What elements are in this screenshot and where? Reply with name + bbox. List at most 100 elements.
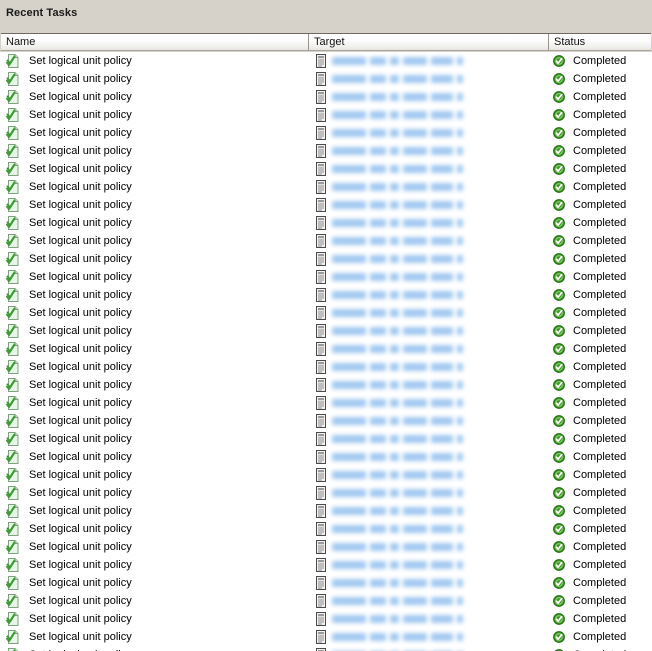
cell-task-target: [308, 250, 548, 268]
table-row[interactable]: Set logical unit policy Completed: [0, 232, 652, 250]
host-server-icon: [316, 594, 326, 608]
table-row[interactable]: Set logical unit policy Completed: [0, 466, 652, 484]
host-server-icon: [316, 378, 326, 392]
cell-task-name: Set logical unit policy: [0, 178, 308, 196]
status-success-icon: [553, 181, 565, 193]
cell-task-target: [308, 196, 548, 214]
task-completed-icon: [6, 144, 20, 158]
table-row[interactable]: Set logical unit policy Completed: [0, 484, 652, 502]
task-name-label: Set logical unit policy: [29, 307, 132, 319]
cell-task-target: [308, 448, 548, 466]
table-row[interactable]: Set logical unit policy Completed: [0, 268, 652, 286]
cell-task-name: Set logical unit policy: [0, 394, 308, 412]
host-server-icon: [316, 396, 326, 410]
status-success-icon: [553, 433, 565, 445]
table-row[interactable]: Set logical unit policy Completed: [0, 502, 652, 520]
table-row[interactable]: Set logical unit policy Completed: [0, 556, 652, 574]
table-row[interactable]: Set logical unit policy Completed: [0, 430, 652, 448]
table-row[interactable]: Set logical unit policy Completed: [0, 394, 652, 412]
table-row[interactable]: Set logical unit policy Completed: [0, 214, 652, 232]
cell-task-target: [308, 52, 548, 70]
host-server-icon: [316, 360, 326, 374]
cell-task-target: [308, 520, 548, 538]
task-list[interactable]: Set logical unit policy Completed Set logi…: [0, 52, 652, 651]
table-row[interactable]: Set logical unit policy Completed: [0, 142, 652, 160]
table-row[interactable]: Set logical unit policy Completed: [0, 196, 652, 214]
cell-task-target: [308, 538, 548, 556]
table-row[interactable]: Set logical unit policy Completed: [0, 340, 652, 358]
table-row[interactable]: Set logical unit policy Completed: [0, 412, 652, 430]
table-row[interactable]: Set logical unit policy Completed: [0, 286, 652, 304]
table-row[interactable]: Set logical unit policy Completed: [0, 322, 652, 340]
task-completed-icon: [6, 270, 20, 284]
task-completed-icon: [6, 612, 20, 626]
host-server-icon: [316, 72, 326, 86]
table-row[interactable]: Set logical unit policy Completed: [0, 358, 652, 376]
cell-task-name: Set logical unit policy: [0, 268, 308, 286]
task-completed-icon: [6, 522, 20, 536]
cell-task-target: [308, 106, 548, 124]
target-value-redacted: [332, 326, 467, 337]
task-completed-icon: [6, 468, 20, 482]
cell-task-target: [308, 322, 548, 340]
host-server-icon: [316, 234, 326, 248]
table-row[interactable]: Set logical unit policy Completed: [0, 106, 652, 124]
table-row[interactable]: Set logical unit policy Completed: [0, 538, 652, 556]
target-value-redacted: [332, 380, 467, 391]
cell-task-name: Set logical unit policy: [0, 448, 308, 466]
table-row[interactable]: Set logical unit policy Completed: [0, 304, 652, 322]
table-row[interactable]: Set logical unit policy Completed: [0, 52, 652, 70]
cell-task-name: Set logical unit policy: [0, 574, 308, 592]
target-value-redacted: [332, 308, 467, 319]
column-header-target-label: Target: [314, 36, 345, 48]
table-row[interactable]: Set logical unit policy Completed: [0, 574, 652, 592]
cell-task-status: Completed: [548, 538, 652, 556]
column-header-name-label: Name: [6, 36, 36, 48]
table-row[interactable]: Set logical unit policy Completed: [0, 250, 652, 268]
table-row[interactable]: Set logical unit policy Completed: [0, 178, 652, 196]
cell-task-name: Set logical unit policy: [0, 484, 308, 502]
table-row[interactable]: Set logical unit policy Completed: [0, 646, 652, 651]
task-name-label: Set logical unit policy: [29, 181, 132, 193]
target-value-redacted: [332, 524, 467, 535]
cell-task-name: Set logical unit policy: [0, 412, 308, 430]
target-value-redacted: [332, 344, 467, 355]
cell-task-target: [308, 610, 548, 628]
table-row[interactable]: Set logical unit policy Completed: [0, 520, 652, 538]
cell-task-target: [308, 358, 548, 376]
table-row[interactable]: Set logical unit policy Completed: [0, 88, 652, 106]
cell-task-status: Completed: [548, 502, 652, 520]
table-row[interactable]: Set logical unit policy Completed: [0, 376, 652, 394]
status-badge: Completed: [573, 487, 627, 499]
target-value-redacted: [332, 578, 467, 589]
table-row[interactable]: Set logical unit policy Completed: [0, 628, 652, 646]
table-row[interactable]: Set logical unit policy Completed: [0, 160, 652, 178]
cell-task-name: Set logical unit policy: [0, 52, 308, 70]
status-success-icon: [553, 487, 565, 499]
column-header-name[interactable]: Name: [1, 34, 309, 51]
cell-task-status: Completed: [548, 484, 652, 502]
table-row[interactable]: Set logical unit policy Completed: [0, 124, 652, 142]
cell-task-name: Set logical unit policy: [0, 196, 308, 214]
host-server-icon: [316, 216, 326, 230]
table-row[interactable]: Set logical unit policy Completed: [0, 610, 652, 628]
host-server-icon: [316, 414, 326, 428]
table-row[interactable]: Set logical unit policy Completed: [0, 70, 652, 88]
table-row[interactable]: Set logical unit policy Completed: [0, 448, 652, 466]
status-badge: Completed: [573, 199, 627, 211]
column-header-status[interactable]: Status: [549, 34, 651, 51]
cell-task-status: Completed: [548, 556, 652, 574]
column-header-target[interactable]: Target: [309, 34, 549, 51]
cell-task-name: Set logical unit policy: [0, 466, 308, 484]
task-completed-icon: [6, 216, 20, 230]
status-success-icon: [553, 577, 565, 589]
task-name-label: Set logical unit policy: [29, 451, 132, 463]
task-completed-icon: [6, 360, 20, 374]
cell-task-name: Set logical unit policy: [0, 124, 308, 142]
cell-task-name: Set logical unit policy: [0, 70, 308, 88]
task-completed-icon: [6, 108, 20, 122]
status-success-icon: [553, 361, 565, 373]
status-badge: Completed: [573, 145, 627, 157]
cell-task-status: Completed: [548, 52, 652, 70]
table-row[interactable]: Set logical unit policy Completed: [0, 592, 652, 610]
